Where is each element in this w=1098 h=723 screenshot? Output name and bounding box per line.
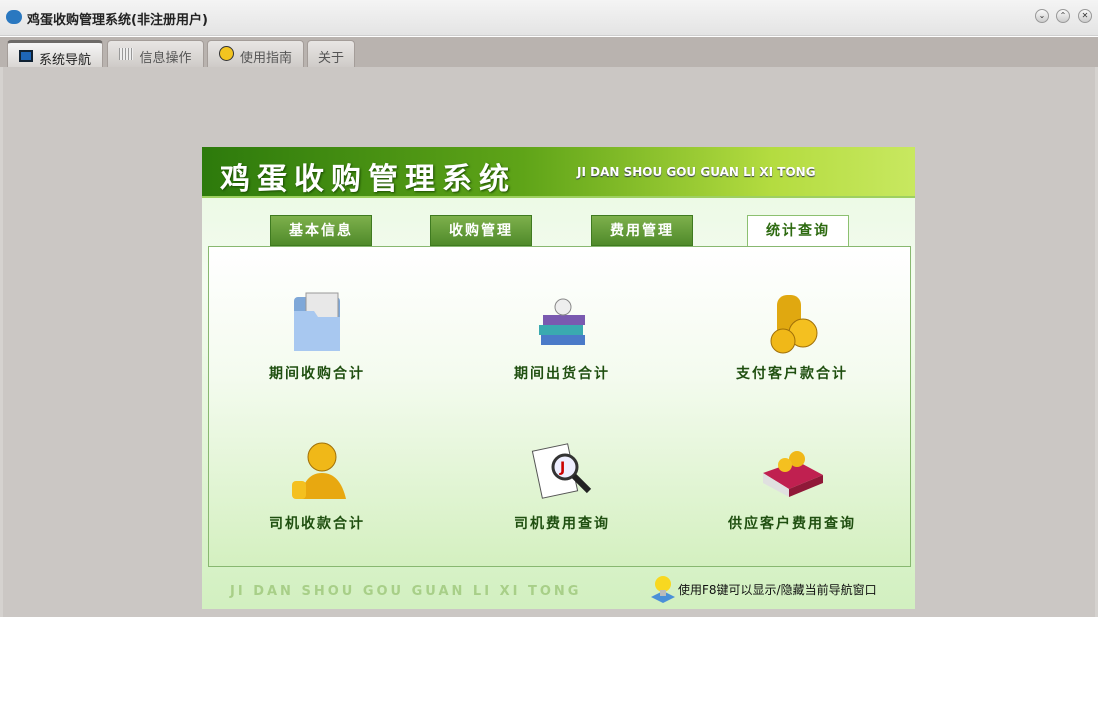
svg-text:J: J xyxy=(559,460,565,476)
money-person-icon xyxy=(292,442,346,499)
books-icon xyxy=(539,298,585,345)
folder-icon xyxy=(294,292,340,351)
document-search-icon: J xyxy=(531,443,592,499)
tab-label: 系统导航 xyxy=(38,53,91,68)
tab-user-guide[interactable]: 使用指南 xyxy=(207,40,304,67)
close-button[interactable]: ✕ xyxy=(1078,9,1092,23)
item-period-shipment-total[interactable]: 期间出货合计 xyxy=(462,287,662,383)
item-driver-expense-query[interactable]: J 司机费用查询 xyxy=(462,437,662,533)
tab-about[interactable]: 关于 xyxy=(307,40,355,67)
app-icon xyxy=(6,10,22,24)
item-label: 供应客户费用查询 xyxy=(728,516,856,532)
tip-text: 使用F8键可以显示/隐藏当前导航窗口 xyxy=(678,582,877,597)
menu-tab-purchase[interactable]: 收购管理 xyxy=(430,215,532,246)
title-bar: 鸡蛋收购管理系统(非注册用户) ⌄ ⌃ ✕ xyxy=(0,0,1098,36)
tab-strip: 系统导航 信息操作 使用指南 关于 xyxy=(0,37,1098,68)
navigation-panel: 鸡蛋收购管理系统 JI DAN SHOU GOU GUAN LI XI TONG… xyxy=(202,147,915,609)
maximize-button[interactable]: ⌃ xyxy=(1056,9,1070,23)
banner-title: 鸡蛋收购管理系统 xyxy=(220,162,516,197)
banner-subtitle: JI DAN SHOU GOU GUAN LI XI TONG xyxy=(577,165,816,179)
item-period-purchase-total[interactable]: 期间收购合计 xyxy=(217,287,417,383)
book-coins-icon xyxy=(763,451,823,497)
item-driver-receipt-total[interactable]: 司机收款合计 xyxy=(217,437,417,533)
item-label: 支付客户款合计 xyxy=(736,366,848,382)
coins-icon xyxy=(770,295,818,354)
item-label: 期间收购合计 xyxy=(269,366,365,382)
window-title: 鸡蛋收购管理系统(非注册用户) xyxy=(27,13,208,28)
minimize-button[interactable]: ⌄ xyxy=(1035,9,1049,23)
tab-info-ops[interactable]: 信息操作 xyxy=(107,40,204,67)
help-icon xyxy=(218,46,234,61)
lightbulb-icon xyxy=(651,576,675,603)
tab-system-nav[interactable]: 系统导航 xyxy=(7,40,103,68)
tab-label: 关于 xyxy=(317,51,344,66)
menu-tab-expenses[interactable]: 费用管理 xyxy=(591,215,693,246)
menu-tab-basic-info[interactable]: 基本信息 xyxy=(270,215,372,246)
item-supplier-expense-query[interactable]: 供应客户费用查询 xyxy=(692,437,892,533)
monitor-icon xyxy=(18,50,33,62)
item-label: 司机收款合计 xyxy=(269,516,365,532)
menu-tab-statistics[interactable]: 统计查询 xyxy=(747,215,849,247)
banner: 鸡蛋收购管理系统 JI DAN SHOU GOU GUAN LI XI TONG xyxy=(202,147,915,198)
grid-icon xyxy=(119,48,134,60)
tip: 使用F8键可以显示/隐藏当前导航窗口 xyxy=(650,575,877,603)
item-label: 期间出货合计 xyxy=(514,366,610,382)
tab-label: 使用指南 xyxy=(239,51,292,66)
footer-subtitle: JI DAN SHOU GOU GUAN LI XI TONG xyxy=(230,584,582,599)
item-label: 司机费用查询 xyxy=(514,516,610,532)
tab-label: 信息操作 xyxy=(139,51,192,66)
statistics-panel: 期间收购合计 期间出货合计 支付客户款合计 司机收款合计 J 司机费用查询 供应… xyxy=(208,246,911,567)
footer: JI DAN SHOU GOU GUAN LI XI TONG 使用F8键可以显… xyxy=(202,567,915,609)
item-customer-payment-total[interactable]: 支付客户款合计 xyxy=(692,287,892,383)
